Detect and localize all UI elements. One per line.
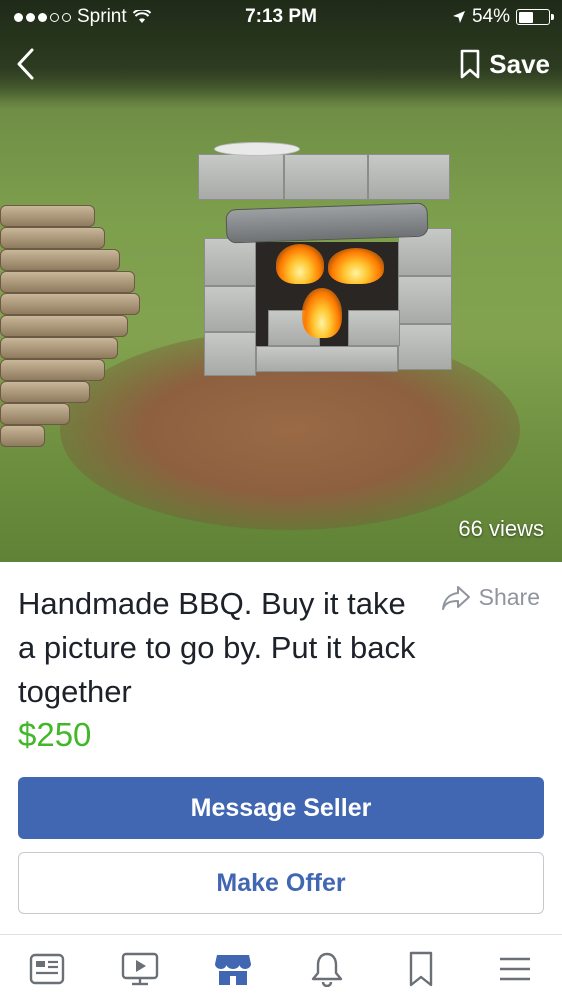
cinderblock-grill bbox=[198, 142, 456, 380]
saved-icon bbox=[409, 951, 433, 987]
location-arrow-icon bbox=[452, 11, 465, 23]
share-arrow-icon bbox=[441, 585, 470, 610]
tab-marketplace[interactable] bbox=[208, 947, 258, 991]
tab-saved[interactable] bbox=[396, 947, 446, 991]
chevron-left-icon bbox=[17, 48, 34, 80]
news-feed-icon bbox=[29, 953, 65, 985]
bookmark-icon bbox=[460, 49, 480, 79]
listing-price: $250 bbox=[18, 716, 92, 753]
share-label: Share bbox=[478, 584, 540, 610]
battery-percent: 54% bbox=[471, 6, 510, 27]
listing-photo[interactable] bbox=[0, 0, 562, 562]
battery-icon bbox=[516, 9, 554, 25]
back-button[interactable] bbox=[12, 44, 48, 84]
tab-news-feed[interactable] bbox=[22, 947, 72, 991]
menu-icon bbox=[500, 957, 530, 981]
bell-icon bbox=[311, 952, 343, 987]
marketplace-icon bbox=[215, 955, 251, 985]
save-label: Save bbox=[489, 48, 550, 79]
firewood-pile bbox=[0, 205, 150, 455]
share-button[interactable]: Share bbox=[441, 584, 540, 611]
make-offer-button[interactable]: Make Offer bbox=[18, 852, 544, 914]
watch-icon bbox=[121, 952, 159, 986]
view-count: 66 views bbox=[458, 516, 544, 541]
tab-menu[interactable] bbox=[490, 947, 540, 991]
status-bar: Sprint 7:13 PM 54% bbox=[0, 0, 562, 32]
save-button[interactable]: Save bbox=[459, 44, 550, 84]
tab-watch[interactable] bbox=[115, 947, 165, 991]
listing-title: Handmade BBQ. Buy it take a picture to g… bbox=[18, 586, 416, 709]
bottom-tab-bar bbox=[0, 934, 562, 1000]
message-seller-button[interactable]: Message Seller bbox=[18, 777, 544, 839]
tab-notifications[interactable] bbox=[302, 947, 352, 991]
